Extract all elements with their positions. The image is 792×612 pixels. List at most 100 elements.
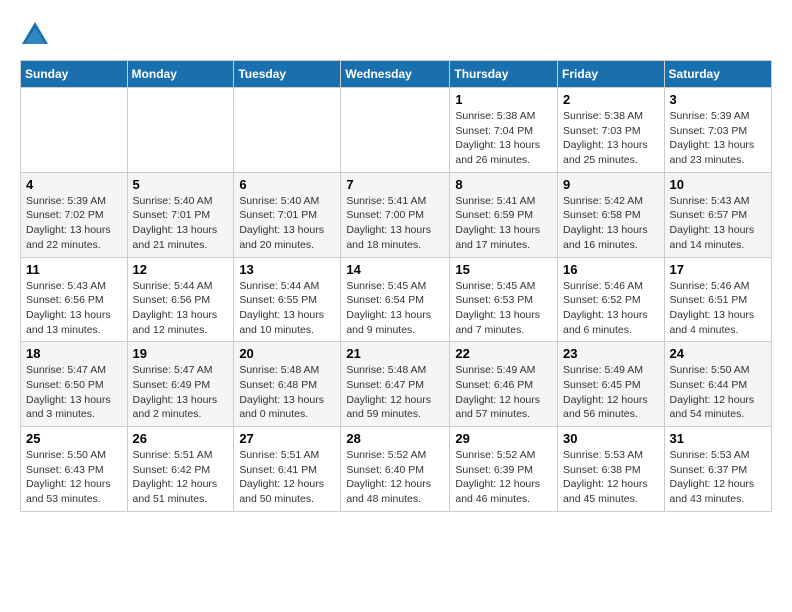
weekday-header: Friday	[558, 61, 665, 88]
calendar-cell: 27 Sunrise: 5:51 AM Sunset: 6:41 PM Dayli…	[234, 427, 341, 512]
calendar-cell: 2 Sunrise: 5:38 AM Sunset: 7:03 PM Daylig…	[558, 88, 665, 173]
calendar-cell: 9 Sunrise: 5:42 AM Sunset: 6:58 PM Daylig…	[558, 172, 665, 257]
day-number: 19	[133, 346, 229, 361]
day-number: 9	[563, 177, 659, 192]
weekday-header: Thursday	[450, 61, 558, 88]
calendar-cell: 8Sunrise: 5:41 AM Sunset: 6:59 PM Daylig…	[450, 172, 558, 257]
weekday-header: Sunday	[21, 61, 128, 88]
day-info: Sunrise: 5:41 AM Sunset: 7:00 PM Dayligh…	[346, 194, 444, 253]
day-info: Sunrise: 5:46 AM Sunset: 6:52 PM Dayligh…	[563, 279, 659, 338]
calendar-cell	[127, 88, 234, 173]
day-info: Sunrise: 5:47 AM Sunset: 6:49 PM Dayligh…	[133, 363, 229, 422]
day-info: Sunrise: 5:51 AM Sunset: 6:41 PM Dayligh…	[239, 448, 335, 507]
day-number: 17	[670, 262, 766, 277]
day-number: 8	[455, 177, 552, 192]
weekday-header: Wednesday	[341, 61, 450, 88]
day-number: 16	[563, 262, 659, 277]
calendar-week-row: 11 Sunrise: 5:43 AM Sunset: 6:56 PM Dayli…	[21, 257, 772, 342]
calendar-cell: 19 Sunrise: 5:47 AM Sunset: 6:49 PM Dayli…	[127, 342, 234, 427]
day-number: 23	[563, 346, 659, 361]
day-number: 26	[133, 431, 229, 446]
calendar-cell: 18 Sunrise: 5:47 AM Sunset: 6:50 PM Dayli…	[21, 342, 128, 427]
calendar-table: SundayMondayTuesdayWednesdayThursdayFrid…	[20, 60, 772, 512]
calendar-cell: 25 Sunrise: 5:50 AM Sunset: 6:43 PM Dayli…	[21, 427, 128, 512]
calendar-cell: 31 Sunrise: 5:53 AM Sunset: 6:37 PM Dayli…	[664, 427, 771, 512]
calendar-cell: 24 Sunrise: 5:50 AM Sunset: 6:44 PM Dayli…	[664, 342, 771, 427]
calendar-week-row: 18 Sunrise: 5:47 AM Sunset: 6:50 PM Dayli…	[21, 342, 772, 427]
day-number: 25	[26, 431, 122, 446]
logo-icon	[20, 20, 50, 50]
day-info: Sunrise: 5:52 AM Sunset: 6:40 PM Dayligh…	[346, 448, 444, 507]
day-info: Sunrise: 5:49 AM Sunset: 6:46 PM Dayligh…	[455, 363, 552, 422]
day-number: 15	[455, 262, 552, 277]
day-info: Sunrise: 5:40 AM Sunset: 7:01 PM Dayligh…	[133, 194, 229, 253]
page-header	[20, 20, 772, 50]
calendar-cell: 6 Sunrise: 5:40 AM Sunset: 7:01 PM Daylig…	[234, 172, 341, 257]
day-info: Sunrise: 5:47 AM Sunset: 6:50 PM Dayligh…	[26, 363, 122, 422]
day-number: 18	[26, 346, 122, 361]
day-number: 30	[563, 431, 659, 446]
day-number: 31	[670, 431, 766, 446]
day-number: 27	[239, 431, 335, 446]
day-number: 12	[133, 262, 229, 277]
calendar-cell: 13 Sunrise: 5:44 AM Sunset: 6:55 PM Dayli…	[234, 257, 341, 342]
day-number: 2	[563, 92, 659, 107]
day-number: 20	[239, 346, 335, 361]
day-info: Sunrise: 5:38 AM Sunset: 7:03 PM Dayligh…	[563, 109, 659, 168]
day-info: Sunrise: 5:43 AM Sunset: 6:57 PM Dayligh…	[670, 194, 766, 253]
day-number: 1	[455, 92, 552, 107]
day-info: Sunrise: 5:48 AM Sunset: 6:47 PM Dayligh…	[346, 363, 444, 422]
day-info: Sunrise: 5:40 AM Sunset: 7:01 PM Dayligh…	[239, 194, 335, 253]
logo	[20, 20, 54, 50]
calendar-cell: 23 Sunrise: 5:49 AM Sunset: 6:45 PM Dayli…	[558, 342, 665, 427]
calendar-cell: 1 Sunrise: 5:38 AM Sunset: 7:04 PM Daylig…	[450, 88, 558, 173]
day-info: Sunrise: 5:44 AM Sunset: 6:55 PM Dayligh…	[239, 279, 335, 338]
calendar-cell: 16 Sunrise: 5:46 AM Sunset: 6:52 PM Dayli…	[558, 257, 665, 342]
calendar-cell: 14Sunrise: 5:45 AM Sunset: 6:54 PM Dayli…	[341, 257, 450, 342]
day-info: Sunrise: 5:50 AM Sunset: 6:44 PM Dayligh…	[670, 363, 766, 422]
day-number: 7	[346, 177, 444, 192]
day-info: Sunrise: 5:38 AM Sunset: 7:04 PM Dayligh…	[455, 109, 552, 168]
calendar-cell	[234, 88, 341, 173]
calendar-cell: 17 Sunrise: 5:46 AM Sunset: 6:51 PM Dayli…	[664, 257, 771, 342]
day-number: 14	[346, 262, 444, 277]
day-info: Sunrise: 5:39 AM Sunset: 7:03 PM Dayligh…	[670, 109, 766, 168]
calendar-cell	[341, 88, 450, 173]
weekday-header: Saturday	[664, 61, 771, 88]
calendar-cell: 29Sunrise: 5:52 AM Sunset: 6:39 PM Dayli…	[450, 427, 558, 512]
calendar-cell: 15 Sunrise: 5:45 AM Sunset: 6:53 PM Dayli…	[450, 257, 558, 342]
day-number: 28	[346, 431, 444, 446]
day-info: Sunrise: 5:43 AM Sunset: 6:56 PM Dayligh…	[26, 279, 122, 338]
calendar-cell: 20 Sunrise: 5:48 AM Sunset: 6:48 PM Dayli…	[234, 342, 341, 427]
calendar-week-row: 25 Sunrise: 5:50 AM Sunset: 6:43 PM Dayli…	[21, 427, 772, 512]
calendar-week-row: 4Sunrise: 5:39 AM Sunset: 7:02 PM Daylig…	[21, 172, 772, 257]
day-info: Sunrise: 5:53 AM Sunset: 6:37 PM Dayligh…	[670, 448, 766, 507]
calendar-cell: 11 Sunrise: 5:43 AM Sunset: 6:56 PM Dayli…	[21, 257, 128, 342]
calendar-cell: 12Sunrise: 5:44 AM Sunset: 6:56 PM Dayli…	[127, 257, 234, 342]
day-number: 24	[670, 346, 766, 361]
calendar-cell: 4Sunrise: 5:39 AM Sunset: 7:02 PM Daylig…	[21, 172, 128, 257]
day-number: 6	[239, 177, 335, 192]
calendar-cell: 28 Sunrise: 5:52 AM Sunset: 6:40 PM Dayli…	[341, 427, 450, 512]
day-info: Sunrise: 5:48 AM Sunset: 6:48 PM Dayligh…	[239, 363, 335, 422]
day-info: Sunrise: 5:46 AM Sunset: 6:51 PM Dayligh…	[670, 279, 766, 338]
calendar-cell	[21, 88, 128, 173]
calendar-cell: 5 Sunrise: 5:40 AM Sunset: 7:01 PM Daylig…	[127, 172, 234, 257]
day-info: Sunrise: 5:53 AM Sunset: 6:38 PM Dayligh…	[563, 448, 659, 507]
day-info: Sunrise: 5:45 AM Sunset: 6:53 PM Dayligh…	[455, 279, 552, 338]
day-number: 11	[26, 262, 122, 277]
day-number: 5	[133, 177, 229, 192]
weekday-header: Tuesday	[234, 61, 341, 88]
calendar-cell: 7 Sunrise: 5:41 AM Sunset: 7:00 PM Daylig…	[341, 172, 450, 257]
day-number: 22	[455, 346, 552, 361]
day-info: Sunrise: 5:50 AM Sunset: 6:43 PM Dayligh…	[26, 448, 122, 507]
header-row: SundayMondayTuesdayWednesdayThursdayFrid…	[21, 61, 772, 88]
day-info: Sunrise: 5:49 AM Sunset: 6:45 PM Dayligh…	[563, 363, 659, 422]
day-number: 13	[239, 262, 335, 277]
day-info: Sunrise: 5:42 AM Sunset: 6:58 PM Dayligh…	[563, 194, 659, 253]
calendar-cell: 21Sunrise: 5:48 AM Sunset: 6:47 PM Dayli…	[341, 342, 450, 427]
day-info: Sunrise: 5:51 AM Sunset: 6:42 PM Dayligh…	[133, 448, 229, 507]
day-number: 3	[670, 92, 766, 107]
day-number: 10	[670, 177, 766, 192]
day-info: Sunrise: 5:39 AM Sunset: 7:02 PM Dayligh…	[26, 194, 122, 253]
